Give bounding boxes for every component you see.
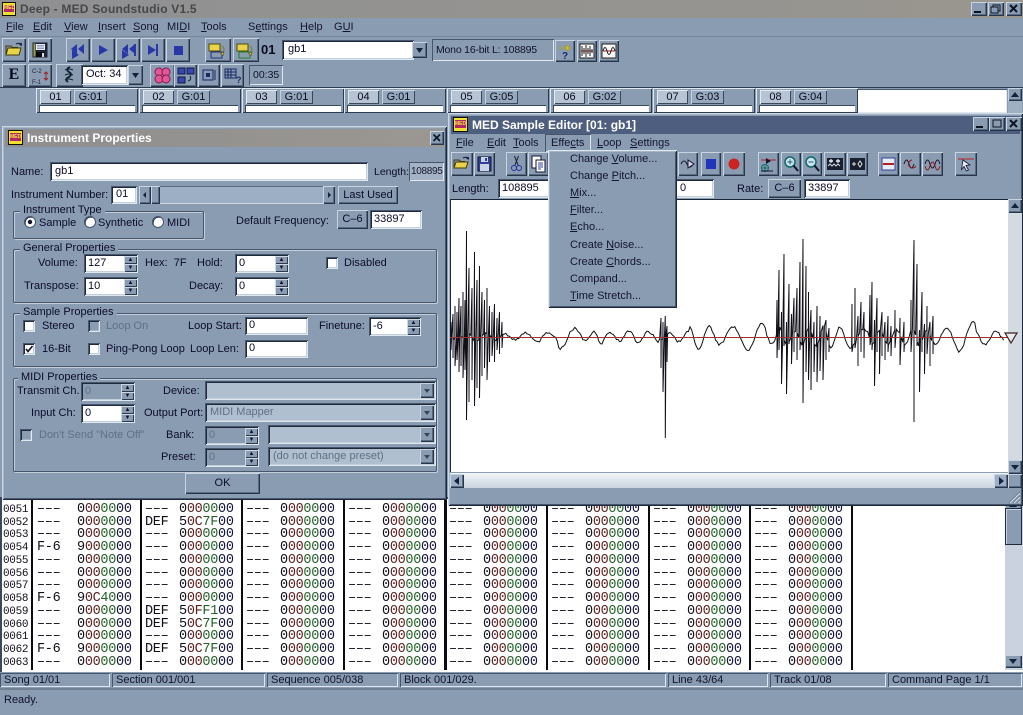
svg-text:C-2: C-2	[32, 69, 42, 75]
svg-text:F-1: F-1	[32, 80, 42, 86]
svg-text:?: ?	[562, 51, 568, 62]
svg-text:?: ?	[236, 75, 242, 85]
